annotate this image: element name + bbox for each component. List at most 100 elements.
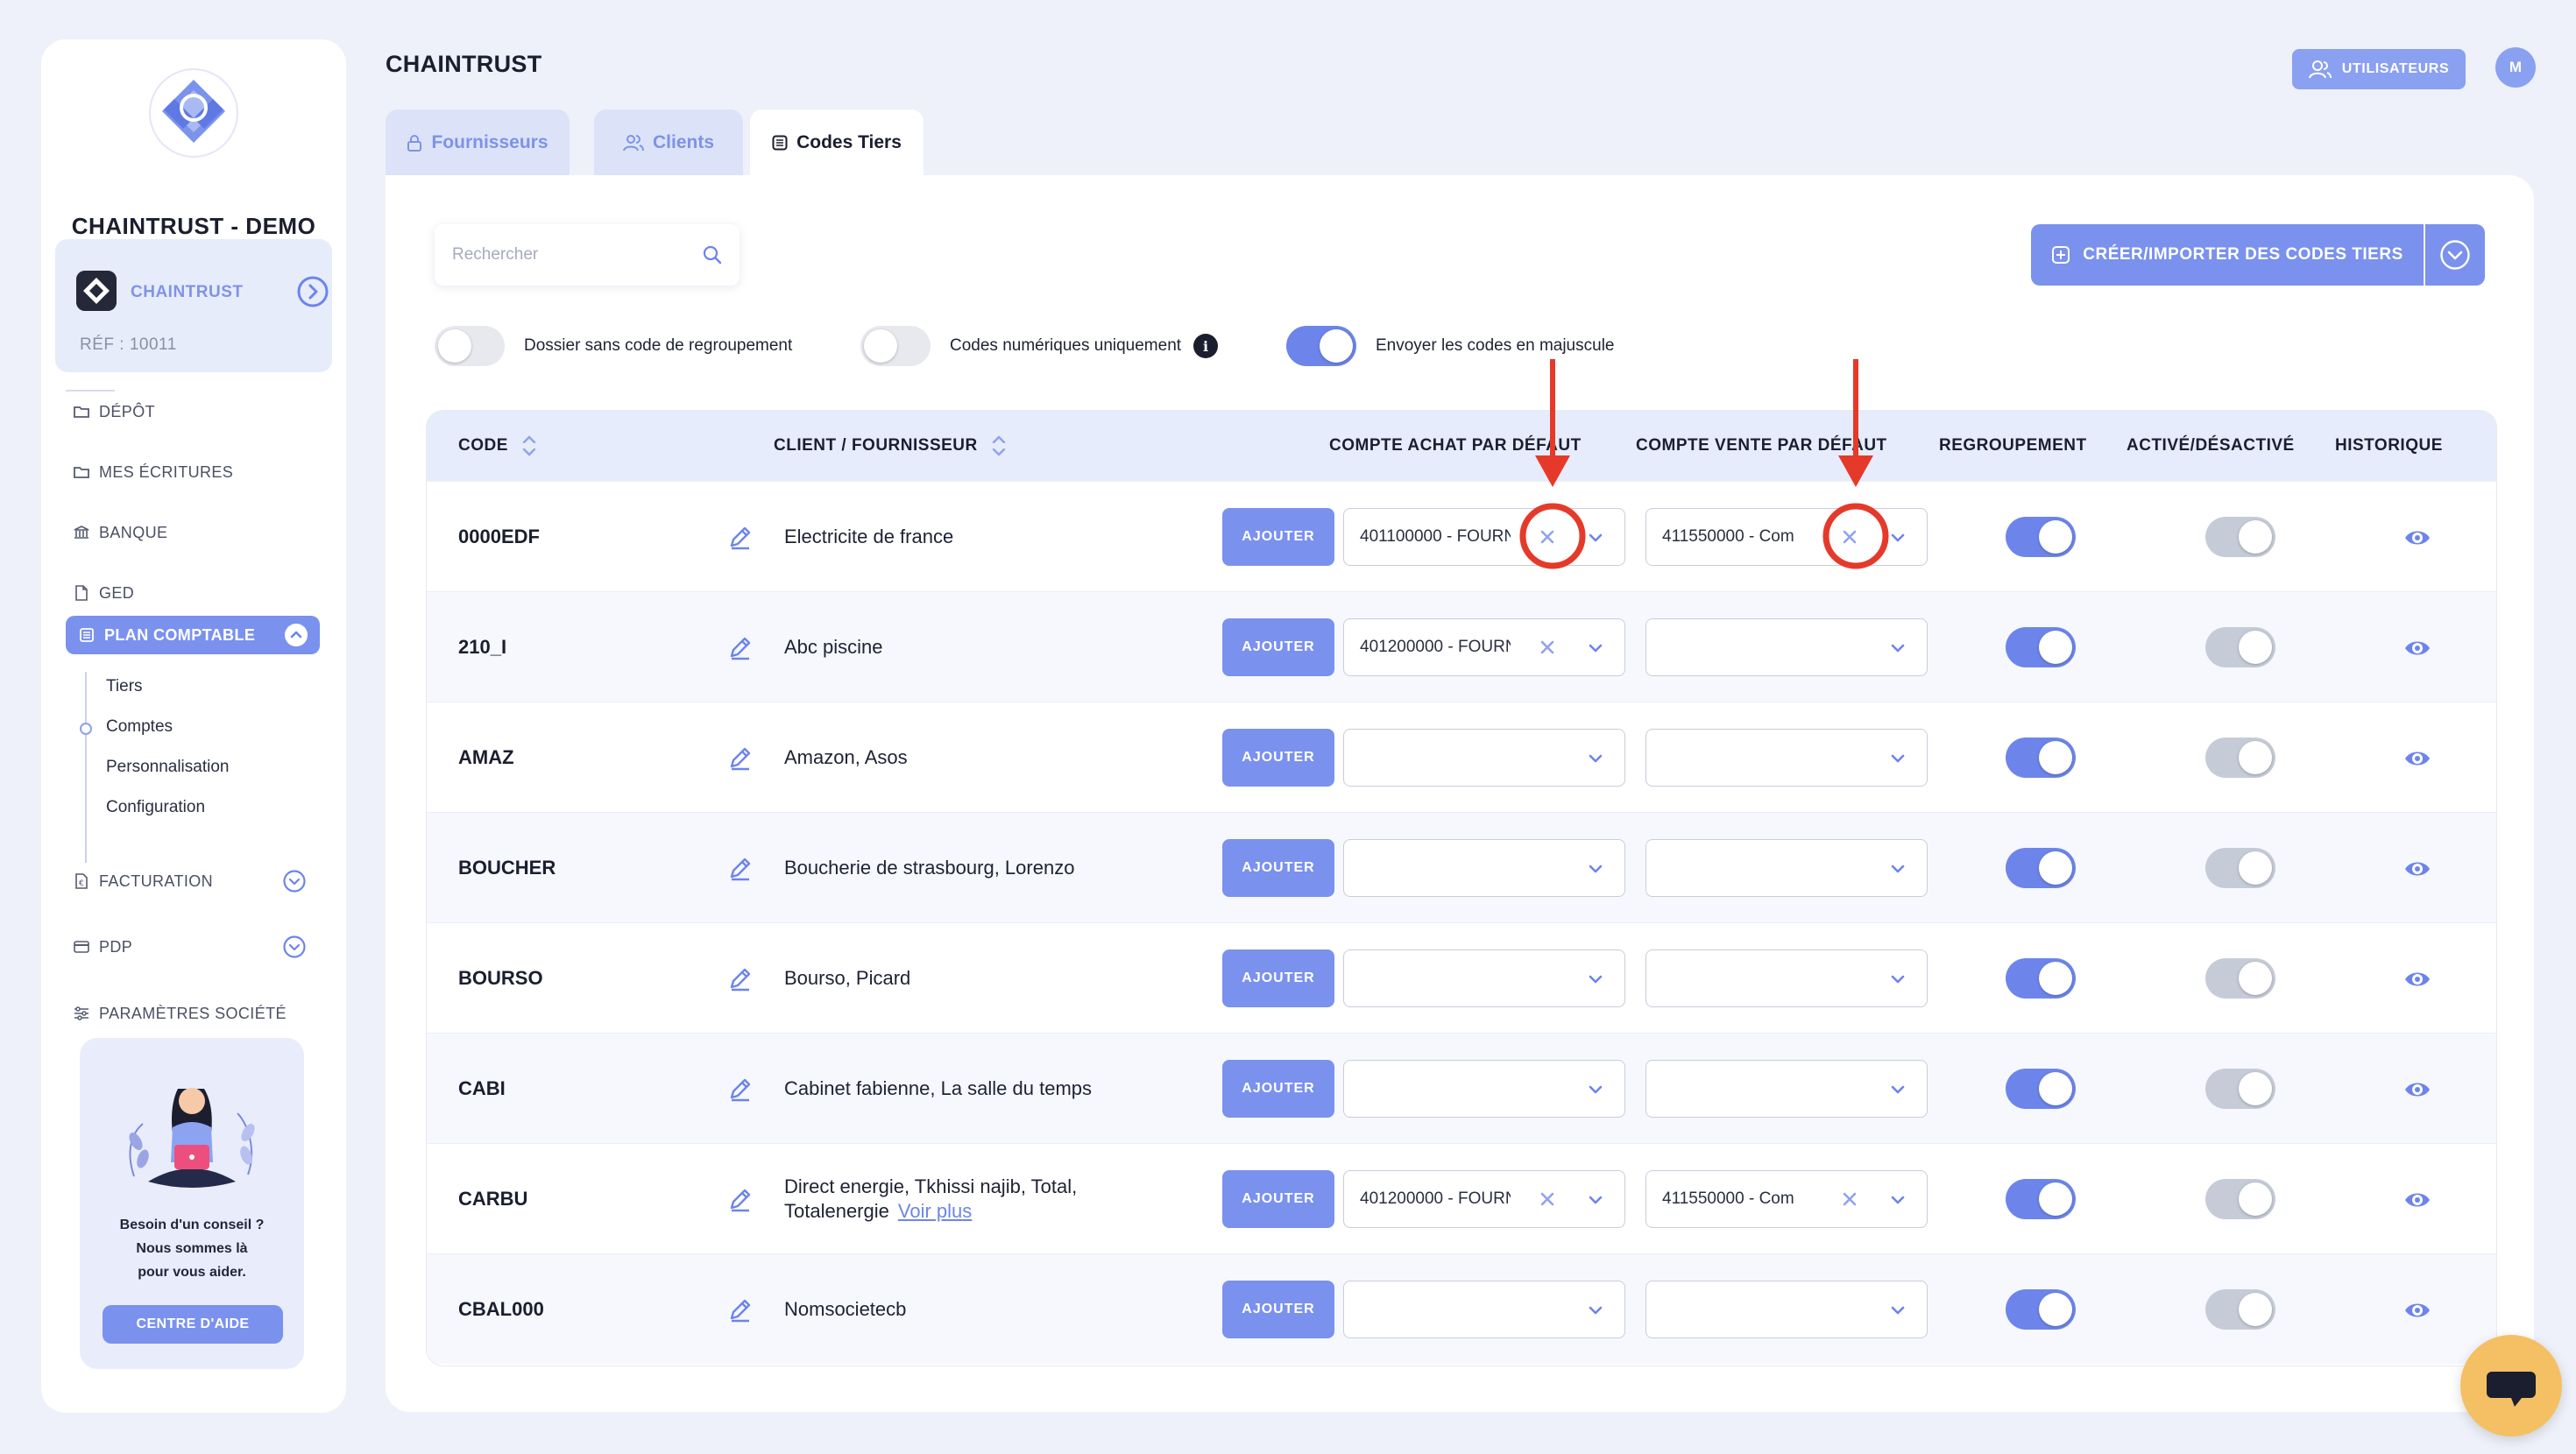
- tab-clients[interactable]: Clients: [594, 109, 743, 176]
- submenu-item-tiers[interactable]: Tiers: [106, 677, 143, 696]
- purchase-account-select[interactable]: [1343, 839, 1625, 897]
- sort-icon[interactable]: [992, 435, 1006, 456]
- sales-account-select[interactable]: [1645, 949, 1928, 1007]
- create-options-dropdown[interactable]: [2425, 224, 2485, 286]
- purchase-account-select[interactable]: [1343, 1060, 1625, 1118]
- clear-icon[interactable]: [1839, 1189, 1860, 1210]
- chevron-down-icon[interactable]: [1888, 749, 1907, 768]
- chevron-down-icon[interactable]: [1586, 1301, 1605, 1320]
- add-button[interactable]: AJOUTER: [1222, 839, 1334, 897]
- edit-button[interactable]: [726, 854, 754, 882]
- chevron-down-icon[interactable]: [283, 935, 306, 958]
- info-icon[interactable]: i: [1193, 334, 1219, 358]
- sidebar-item-depot[interactable]: DÉPÔT: [73, 394, 155, 429]
- chevron-down-icon[interactable]: [1586, 528, 1605, 547]
- search-box[interactable]: [435, 224, 740, 286]
- sidebar-item-banque[interactable]: BANQUE: [73, 515, 167, 550]
- chevron-down-icon[interactable]: [1888, 1080, 1907, 1099]
- sidebar-item-pdp[interactable]: PDP: [73, 929, 132, 964]
- sidebar-item-ged[interactable]: GED: [73, 575, 134, 611]
- numeric-only-toggle[interactable]: [860, 326, 931, 366]
- purchase-account-select[interactable]: 401200000 - FOURNISSEURS: [1343, 618, 1625, 676]
- column-header-client[interactable]: CLIENT / FOURNISSEUR: [774, 411, 1006, 481]
- edit-icon[interactable]: [726, 633, 754, 661]
- users-button[interactable]: UTILISATEURS: [2292, 49, 2466, 89]
- clear-icon[interactable]: [1839, 526, 1860, 547]
- add-button[interactable]: AJOUTER: [1222, 1170, 1334, 1228]
- tab-codes-tiers[interactable]: Codes Tiers: [750, 109, 924, 176]
- chevron-down-icon[interactable]: [1586, 970, 1605, 989]
- edit-button[interactable]: [726, 964, 754, 992]
- chevron-down-icon[interactable]: [1888, 528, 1907, 547]
- sidebar-item-parametres[interactable]: PARAMÈTRES SOCIÉTÉ: [73, 996, 287, 1031]
- purchase-account-select[interactable]: [1343, 1281, 1625, 1338]
- active-toggle[interactable]: [2205, 1179, 2275, 1219]
- edit-icon[interactable]: [726, 744, 754, 772]
- chevron-down-icon[interactable]: [283, 870, 306, 893]
- sales-account-select[interactable]: [1645, 1281, 1928, 1338]
- regroupement-toggle[interactable]: [2006, 1179, 2076, 1219]
- add-button[interactable]: AJOUTER: [1222, 508, 1334, 566]
- edit-icon[interactable]: [726, 964, 754, 992]
- clear-icon[interactable]: [1537, 526, 1558, 547]
- chevron-down-icon[interactable]: [1586, 639, 1605, 658]
- edit-icon[interactable]: [726, 1185, 754, 1213]
- regroupement-toggle[interactable]: [2006, 1289, 2076, 1330]
- sales-account-select[interactable]: [1645, 618, 1928, 676]
- chevron-down-icon[interactable]: [1586, 749, 1605, 768]
- regroupement-toggle[interactable]: [2006, 958, 2076, 999]
- history-eye-icon[interactable]: [2403, 634, 2431, 662]
- sort-icon[interactable]: [522, 435, 536, 456]
- submenu-item-personnalisation[interactable]: Personnalisation: [106, 758, 229, 777]
- avatar[interactable]: M: [2495, 47, 2536, 88]
- submenu-item-comptes[interactable]: Comptes: [106, 717, 173, 737]
- sales-account-select[interactable]: [1645, 729, 1928, 787]
- chevron-down-icon[interactable]: [1888, 859, 1907, 879]
- active-toggle[interactable]: [2205, 958, 2275, 999]
- add-button[interactable]: AJOUTER: [1222, 618, 1334, 676]
- sales-account-select[interactable]: [1645, 1060, 1928, 1118]
- chevron-down-icon[interactable]: [1888, 1301, 1907, 1320]
- clear-icon[interactable]: [1537, 1189, 1558, 1210]
- regroupement-toggle[interactable]: [2006, 517, 2076, 557]
- edit-button[interactable]: [726, 1075, 754, 1103]
- history-eye-icon[interactable]: [2403, 1296, 2431, 1324]
- sidebar-item-ecritures[interactable]: MES ÉCRITURES: [73, 455, 233, 490]
- tab-fournisseurs[interactable]: Fournisseurs: [386, 109, 570, 176]
- chevron-down-icon[interactable]: [1586, 859, 1605, 879]
- add-button[interactable]: AJOUTER: [1222, 729, 1334, 787]
- column-header-code[interactable]: CODE: [458, 411, 536, 481]
- edit-button[interactable]: [726, 633, 754, 661]
- help-center-button[interactable]: CENTRE D'AIDE: [103, 1305, 283, 1344]
- clear-icon[interactable]: [1537, 637, 1558, 658]
- history-eye-icon[interactable]: [2403, 1076, 2431, 1104]
- chevron-down-icon[interactable]: [1888, 639, 1907, 658]
- sales-account-select[interactable]: 411550000 - Com: [1645, 1170, 1928, 1228]
- add-button[interactable]: AJOUTER: [1222, 1060, 1334, 1118]
- chevron-down-icon[interactable]: [1586, 1190, 1605, 1210]
- active-toggle[interactable]: [2205, 738, 2275, 778]
- sales-account-select[interactable]: 411550000 - Com: [1645, 508, 1928, 566]
- active-toggle[interactable]: [2205, 1289, 2275, 1330]
- purchase-account-select[interactable]: [1343, 949, 1625, 1007]
- active-toggle[interactable]: [2205, 1069, 2275, 1109]
- regroupement-toggle[interactable]: [2006, 627, 2076, 667]
- purchase-account-select[interactable]: 401100000 - FOURNISSEURS: [1343, 508, 1625, 566]
- chevron-down-icon[interactable]: [1888, 1190, 1907, 1210]
- edit-icon[interactable]: [726, 854, 754, 882]
- history-eye-icon[interactable]: [2403, 855, 2431, 883]
- active-toggle[interactable]: [2205, 627, 2275, 667]
- regroupement-toggle[interactable]: [2006, 1069, 2076, 1109]
- history-eye-icon[interactable]: [2403, 1186, 2431, 1214]
- see-more-link[interactable]: Voir plus: [898, 1200, 972, 1222]
- chevron-down-icon[interactable]: [1586, 1080, 1605, 1099]
- edit-icon[interactable]: [726, 1295, 754, 1323]
- edit-icon[interactable]: [726, 523, 754, 551]
- history-eye-icon[interactable]: [2403, 745, 2431, 773]
- chevron-up-icon[interactable]: [285, 624, 308, 646]
- search-input[interactable]: [452, 224, 697, 286]
- edit-button[interactable]: [726, 1185, 754, 1213]
- active-toggle[interactable]: [2205, 848, 2275, 888]
- chevron-down-icon[interactable]: [1888, 970, 1907, 989]
- edit-button[interactable]: [726, 744, 754, 772]
